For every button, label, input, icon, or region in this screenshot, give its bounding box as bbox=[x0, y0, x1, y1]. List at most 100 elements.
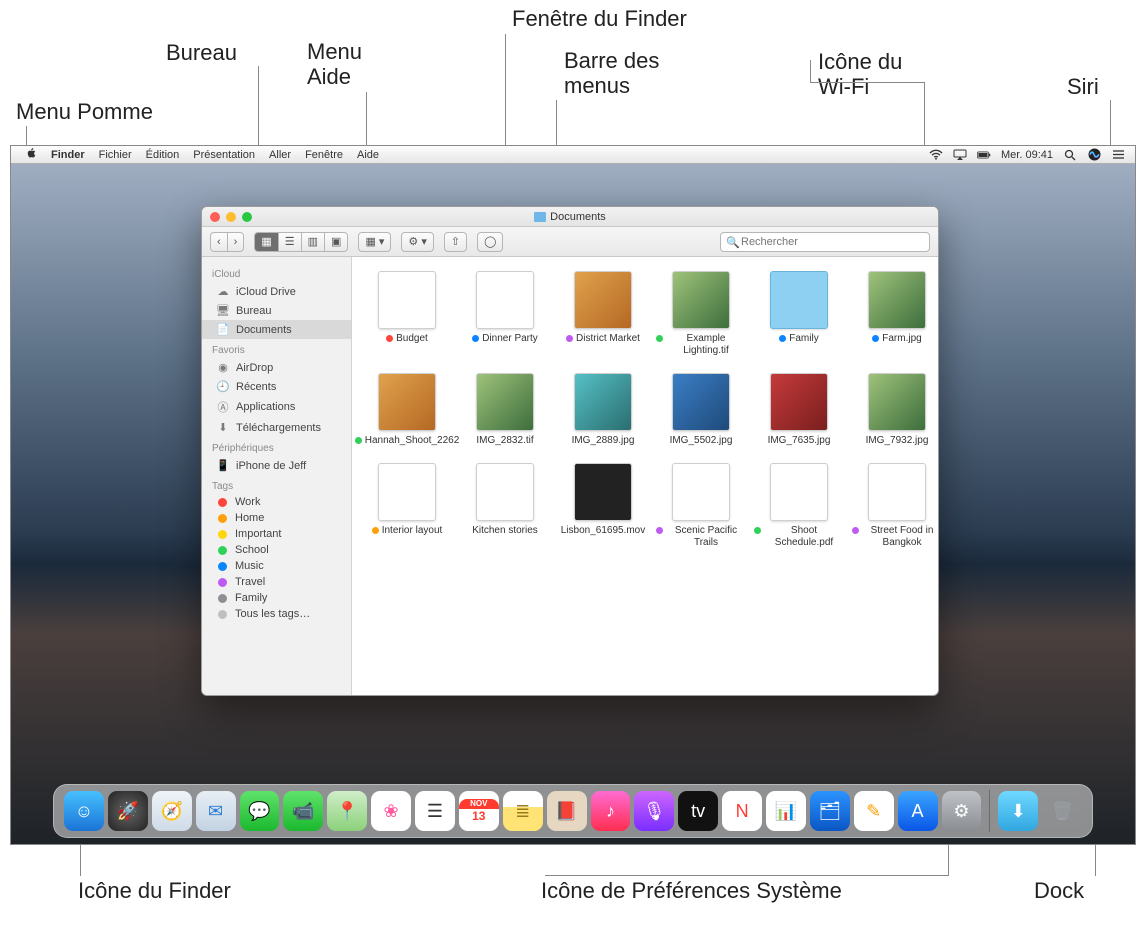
file-item[interactable]: Farm.jpg bbox=[852, 271, 938, 357]
file-item[interactable]: Scenic Pacific Trails bbox=[656, 463, 746, 549]
sidebar-tag[interactable]: Travel bbox=[202, 574, 351, 590]
sidebar-tag[interactable]: Work bbox=[202, 494, 351, 510]
view-columns-button[interactable]: ▥ bbox=[301, 232, 324, 252]
sidebar-item-icon: ◉ bbox=[216, 361, 230, 374]
menu-item-fichier[interactable]: Fichier bbox=[92, 149, 139, 161]
menubar-clock[interactable]: Mer. 09:41 bbox=[1001, 149, 1053, 161]
tag-dot-icon bbox=[218, 530, 227, 539]
zoom-button[interactable] bbox=[242, 212, 252, 222]
dock-app-reminders[interactable]: ☰ bbox=[415, 791, 455, 831]
dock-app-podcasts[interactable]: 🎙 bbox=[634, 791, 674, 831]
wifi-icon[interactable] bbox=[929, 149, 943, 161]
finder-titlebar[interactable]: Documents bbox=[202, 207, 938, 227]
sidebar-item[interactable]: ⬇Téléchargements bbox=[202, 418, 351, 437]
file-item[interactable]: Lisbon_61695.mov bbox=[558, 463, 648, 549]
menu-item-presentation[interactable]: Présentation bbox=[186, 149, 262, 161]
folder-icon bbox=[534, 212, 546, 222]
file-thumbnail bbox=[868, 463, 926, 521]
file-item[interactable]: Family bbox=[754, 271, 844, 357]
search-input[interactable] bbox=[720, 232, 930, 252]
file-item[interactable]: Hannah_Shoot_2262 bbox=[362, 373, 452, 447]
sidebar-item[interactable]: 🕘Récents bbox=[202, 377, 351, 396]
notification-center-icon[interactable] bbox=[1111, 149, 1125, 161]
dock-app-notes[interactable]: ≣ bbox=[503, 791, 543, 831]
file-item[interactable]: District Market bbox=[558, 271, 648, 357]
file-item[interactable]: IMG_2832.tif bbox=[460, 373, 550, 447]
battery-icon[interactable] bbox=[977, 149, 991, 161]
sidebar-item-icon: 🖥 bbox=[216, 304, 230, 317]
action-button[interactable]: ⚙ ▾ bbox=[401, 232, 433, 252]
apple-menu[interactable] bbox=[19, 147, 44, 162]
dock-app-contacts[interactable]: 📕 bbox=[547, 791, 587, 831]
callout-apple-menu: Menu Pomme bbox=[16, 99, 153, 125]
view-gallery-button[interactable]: ▣ bbox=[324, 232, 348, 252]
leader bbox=[924, 82, 925, 150]
sidebar-item[interactable]: ⒶApplications bbox=[202, 396, 351, 418]
spotlight-icon[interactable] bbox=[1063, 149, 1077, 161]
menu-item-fenetre[interactable]: Fenêtre bbox=[298, 149, 350, 161]
dock-app-safari[interactable]: 🧭 bbox=[152, 791, 192, 831]
dock-app-maps[interactable]: 📍 bbox=[327, 791, 367, 831]
siri-icon[interactable] bbox=[1087, 149, 1101, 161]
sidebar-tag[interactable]: Family bbox=[202, 590, 351, 606]
dock-app-downloads[interactable]: ⬇ bbox=[998, 791, 1038, 831]
dock-app-sysprefs[interactable]: ⚙ bbox=[942, 791, 982, 831]
dock-app-trash[interactable]: 🗑 bbox=[1042, 791, 1082, 831]
file-item[interactable]: IMG_7635.jpg bbox=[754, 373, 844, 447]
sidebar-tag[interactable]: School bbox=[202, 542, 351, 558]
close-button[interactable] bbox=[210, 212, 220, 222]
minimize-button[interactable] bbox=[226, 212, 236, 222]
menu-app-name[interactable]: Finder bbox=[44, 149, 92, 161]
dock-app-finder-app[interactable]: ☺ bbox=[64, 791, 104, 831]
dock-app-facetime[interactable]: 📹 bbox=[283, 791, 323, 831]
file-item[interactable]: IMG_2889.jpg bbox=[558, 373, 648, 447]
dock-app-mail[interactable]: ✉ bbox=[196, 791, 236, 831]
sidebar-item[interactable]: ◉AirDrop bbox=[202, 358, 351, 377]
dock-app-keynote[interactable]: 🗂 bbox=[810, 791, 850, 831]
sidebar-tag[interactable]: Important bbox=[202, 526, 351, 542]
file-item[interactable]: Shoot Schedule.pdf bbox=[754, 463, 844, 549]
dock-app-numbers[interactable]: 📊 bbox=[766, 791, 806, 831]
file-item[interactable]: Dinner Party bbox=[460, 271, 550, 357]
dock-app-news[interactable]: N bbox=[722, 791, 762, 831]
sidebar-item[interactable]: 📄Documents bbox=[202, 320, 351, 339]
dock-app-launchpad[interactable]: 🚀 bbox=[108, 791, 148, 831]
file-thumbnail bbox=[672, 373, 730, 431]
dock-app-pages[interactable]: ✎ bbox=[854, 791, 894, 831]
menu-item-edition[interactable]: Édition bbox=[139, 149, 187, 161]
sidebar-tag[interactable]: Home bbox=[202, 510, 351, 526]
airplay-icon[interactable] bbox=[953, 149, 967, 161]
dock-app-tv[interactable]: tv bbox=[678, 791, 718, 831]
sidebar-tag[interactable]: Music bbox=[202, 558, 351, 574]
file-item[interactable]: IMG_5502.jpg bbox=[656, 373, 746, 447]
file-item[interactable]: Example Lighting.tif bbox=[656, 271, 746, 357]
sidebar-tag-label: School bbox=[235, 544, 269, 556]
dock-app-appstore[interactable]: A bbox=[898, 791, 938, 831]
sidebar-item[interactable]: 📱iPhone de Jeff bbox=[202, 456, 351, 475]
file-item[interactable]: Budget bbox=[362, 271, 452, 357]
share-button[interactable]: ⇧ bbox=[444, 232, 467, 252]
file-item[interactable]: IMG_7932.jpg bbox=[852, 373, 938, 447]
sidebar-item[interactable]: ☁iCloud Drive bbox=[202, 282, 351, 301]
dock-app-photos[interactable]: ❀ bbox=[371, 791, 411, 831]
dock-app-music[interactable]: ♪ bbox=[591, 791, 631, 831]
file-item[interactable]: Interior layout bbox=[362, 463, 452, 549]
tags-button[interactable]: ◯ bbox=[477, 232, 503, 252]
file-thumbnail bbox=[868, 373, 926, 431]
leader bbox=[366, 92, 367, 150]
sidebar-tag[interactable]: Tous les tags… bbox=[202, 606, 351, 622]
menu-item-aller[interactable]: Aller bbox=[262, 149, 298, 161]
forward-button[interactable]: › bbox=[227, 232, 245, 252]
back-button[interactable]: ‹ bbox=[210, 232, 227, 252]
file-item[interactable]: Street Food in Bangkok bbox=[852, 463, 938, 549]
sidebar-header: Tags bbox=[202, 475, 351, 494]
view-list-button[interactable]: ☰ bbox=[278, 232, 301, 252]
arrange-button[interactable]: ▦ ▾ bbox=[358, 232, 391, 252]
view-icons-button[interactable]: ▦ bbox=[254, 232, 277, 252]
menu-item-aide[interactable]: Aide bbox=[350, 149, 386, 161]
dock-app-messages[interactable]: 💬 bbox=[240, 791, 280, 831]
sidebar-header: iCloud bbox=[202, 263, 351, 282]
file-item[interactable]: Kitchen stories bbox=[460, 463, 550, 549]
dock-app-calendar[interactable]: NOV13 bbox=[459, 791, 499, 831]
sidebar-item[interactable]: 🖥Bureau bbox=[202, 301, 351, 320]
